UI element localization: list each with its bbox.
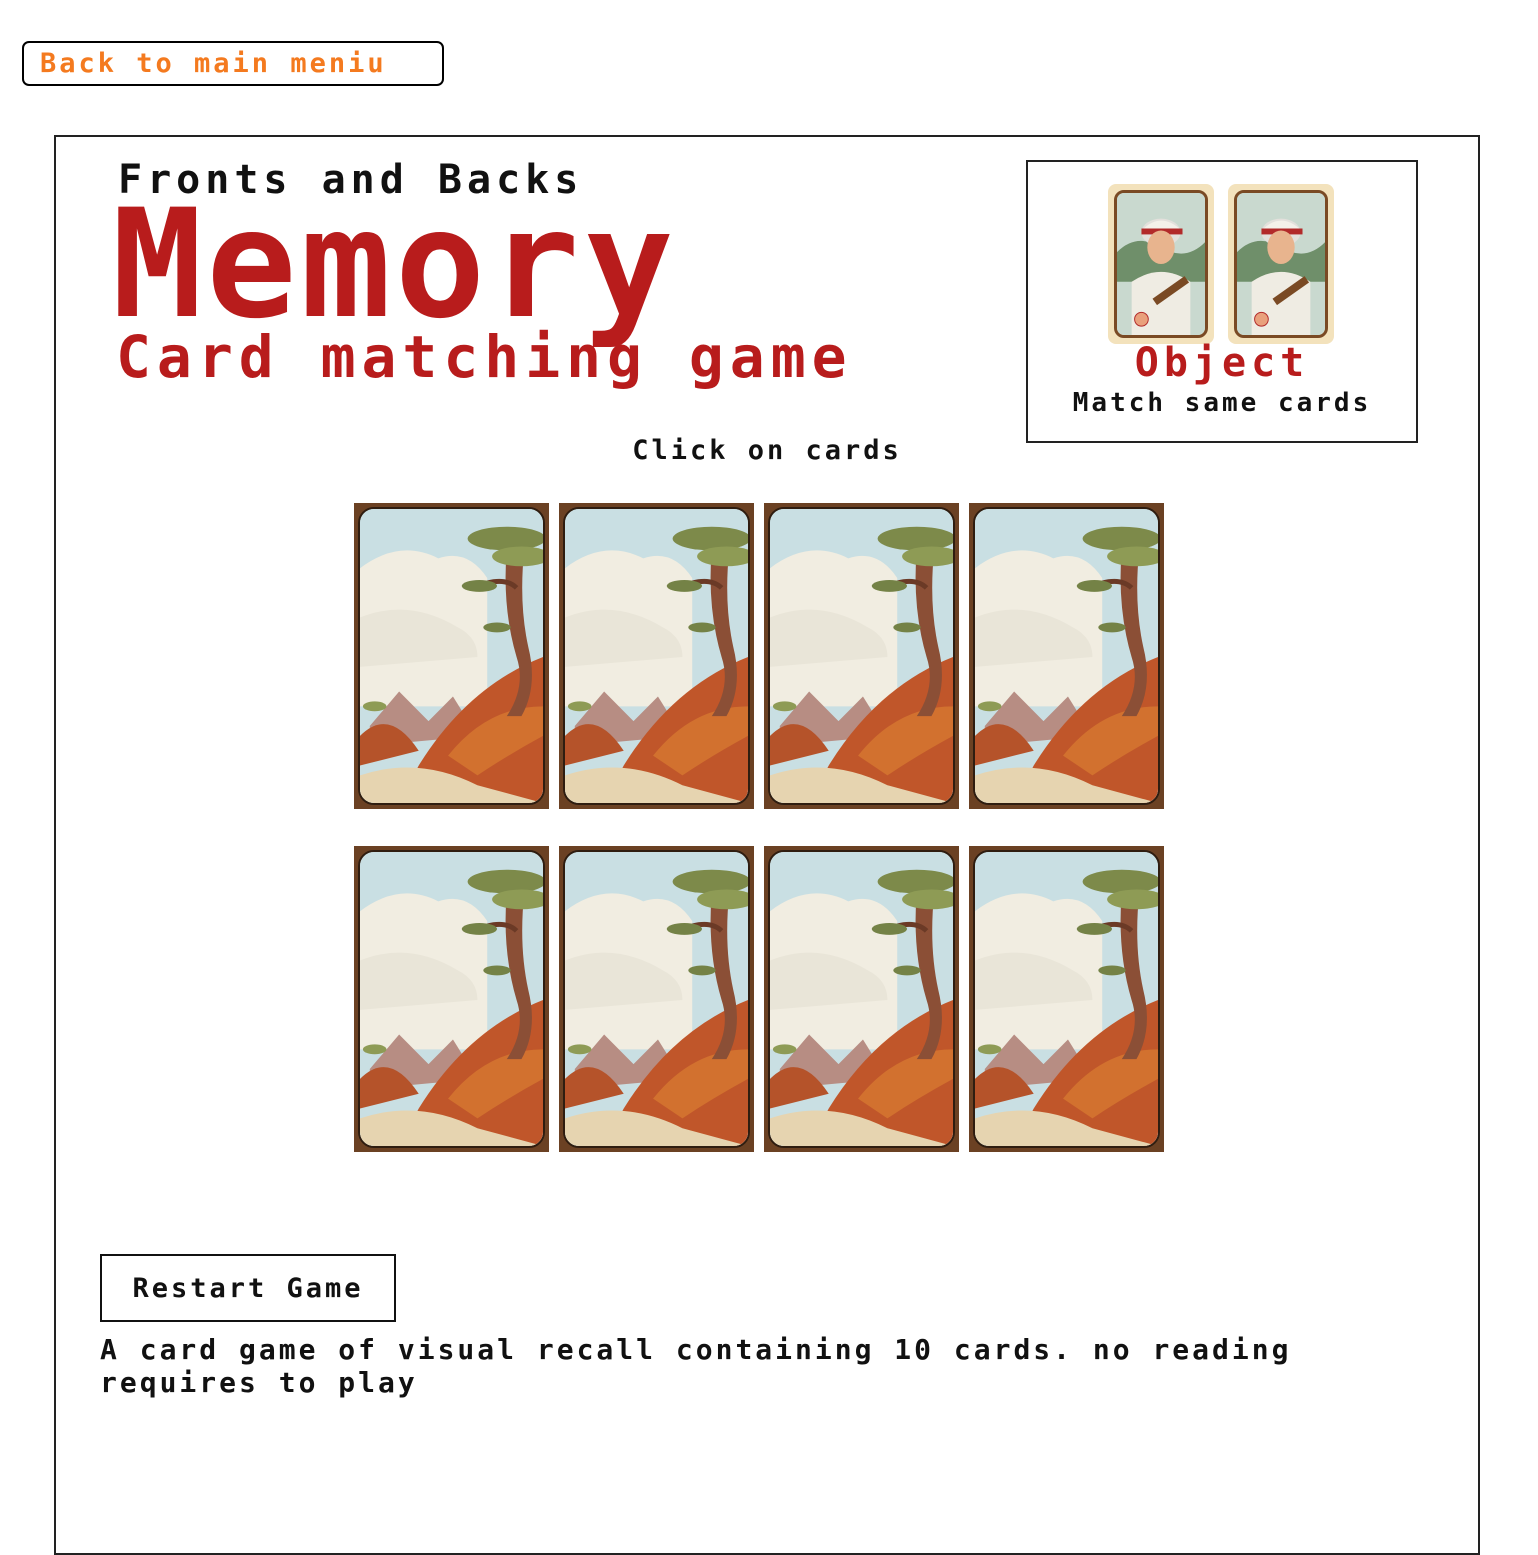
memory-card[interactable]	[559, 503, 754, 809]
landscape-card-back-icon	[973, 850, 1160, 1148]
landscape-card-back-icon	[768, 850, 955, 1148]
restart-game-button[interactable]: Restart Game	[100, 1254, 396, 1322]
landscape-card-back-icon	[358, 507, 545, 805]
landscape-card-back-icon	[563, 507, 750, 805]
instruction-text: Click on cards	[632, 435, 902, 466]
card-grid	[354, 503, 1166, 1152]
objective-label: Object	[1134, 340, 1310, 386]
objective-panel: Object Match same cards	[1026, 160, 1418, 443]
memory-card[interactable]	[969, 846, 1164, 1152]
baseball-player-card-icon	[1108, 184, 1214, 344]
baseball-player-card-icon	[1228, 184, 1334, 344]
memory-card[interactable]	[354, 846, 549, 1152]
game-panel: Fronts and Backs Memory Card matching ga…	[54, 135, 1480, 1555]
memory-card[interactable]	[354, 503, 549, 809]
objective-example-cards	[1108, 184, 1334, 344]
memory-card[interactable]	[764, 846, 959, 1152]
landscape-card-back-icon	[358, 850, 545, 1148]
landscape-card-back-icon	[768, 507, 955, 805]
memory-card[interactable]	[559, 846, 754, 1152]
game-subtitle: Card matching game	[116, 323, 853, 391]
back-to-main-menu-button[interactable]: Back to main meniu	[22, 41, 444, 86]
landscape-card-back-icon	[973, 507, 1160, 805]
memory-card[interactable]	[764, 503, 959, 809]
memory-card[interactable]	[969, 503, 1164, 809]
objective-description: Match same cards	[1072, 388, 1372, 418]
landscape-card-back-icon	[563, 850, 750, 1148]
game-description: A card game of visual recall containing …	[100, 1333, 1292, 1399]
